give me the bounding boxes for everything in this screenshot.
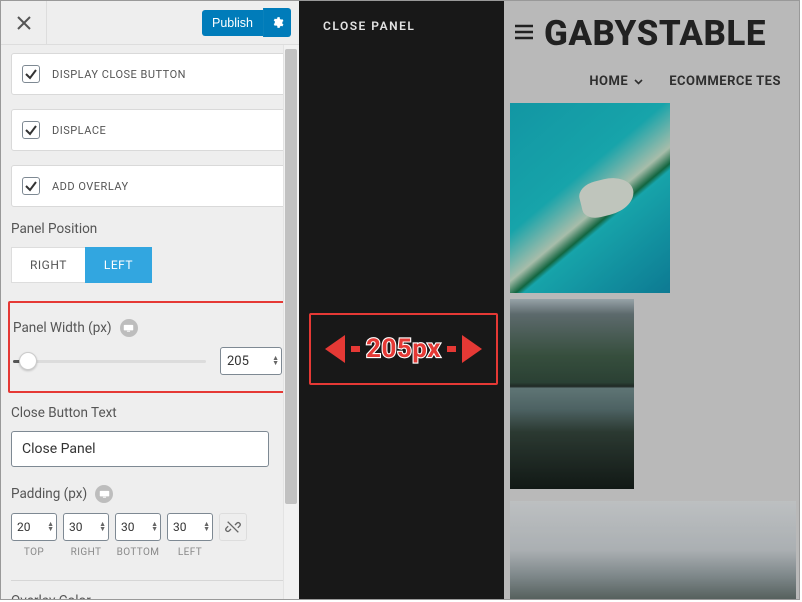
close-button-text-label: Close Button Text bbox=[11, 405, 289, 421]
close-button-text-input[interactable]: Close Panel bbox=[11, 431, 269, 467]
gallery-image[interactable] bbox=[510, 103, 670, 293]
panel-width-input[interactable]: 205 ▲▼ bbox=[220, 347, 282, 375]
padding-label: Padding (px) bbox=[11, 485, 289, 503]
gear-icon bbox=[271, 16, 284, 29]
panel-width-highlight: Panel Width (px) 205 ▲▼ bbox=[8, 301, 292, 393]
padding-left-lbl: LEFT bbox=[178, 547, 202, 558]
site-preview: GABYSTABLE HOME ECOMMERCE TES bbox=[504, 1, 799, 599]
customizer-body: DISPLAY CLOSE BUTTON DISPLACE ADD OVERLA… bbox=[1, 45, 299, 599]
checkbox-checked-icon bbox=[22, 65, 40, 83]
panel-width-value: 205 bbox=[227, 354, 249, 369]
position-left-button[interactable]: LEFT bbox=[85, 247, 152, 283]
option-label: DISPLACE bbox=[52, 124, 106, 137]
width-indicator-label: 205px bbox=[366, 334, 441, 364]
padding-top-input[interactable]: 20▲▼ bbox=[11, 513, 57, 541]
nav-home[interactable]: HOME bbox=[589, 74, 643, 89]
slider-thumb[interactable] bbox=[19, 352, 37, 370]
close-icon bbox=[17, 16, 31, 30]
scrollbar-thumb[interactable] bbox=[285, 49, 297, 504]
spinner-icon[interactable]: ▲▼ bbox=[272, 356, 279, 366]
hamburger-icon bbox=[514, 24, 534, 40]
panel-width-label-text: Panel Width (px) bbox=[13, 320, 112, 336]
link-padding-toggle[interactable] bbox=[219, 513, 247, 541]
padding-left-input[interactable]: 30▲▼ bbox=[167, 513, 213, 541]
spinner-icon[interactable]: ▲▼ bbox=[151, 522, 158, 532]
padding-bottom-lbl: BOTTOM bbox=[117, 547, 160, 558]
padding-top-lbl: TOP bbox=[24, 547, 44, 558]
scrollbar[interactable] bbox=[283, 45, 299, 599]
option-label: ADD OVERLAY bbox=[52, 180, 129, 193]
checkbox-checked-icon bbox=[22, 177, 40, 195]
spinner-icon[interactable]: ▲▼ bbox=[203, 522, 210, 532]
unlink-icon bbox=[225, 519, 241, 535]
arrow-right-icon bbox=[462, 335, 482, 363]
publish-button[interactable]: Publish bbox=[202, 10, 263, 36]
padding-bottom-input[interactable]: 30▲▼ bbox=[115, 513, 161, 541]
preview-close-panel-text[interactable]: CLOSE PANEL bbox=[299, 1, 504, 33]
padding-label-text: Padding (px) bbox=[11, 486, 87, 502]
option-display-close-button[interactable]: DISPLAY CLOSE BUTTON bbox=[11, 53, 289, 95]
spinner-icon[interactable]: ▲▼ bbox=[47, 522, 54, 532]
close-customizer-button[interactable] bbox=[1, 1, 47, 44]
panel-position-label: Panel Position bbox=[11, 221, 289, 237]
overlay-color-label: Overlay Color bbox=[11, 593, 289, 599]
hamburger-menu-button[interactable] bbox=[514, 24, 534, 44]
customizer-header: Publish bbox=[1, 1, 299, 45]
nav-ecommerce[interactable]: ECOMMERCE TES bbox=[669, 74, 781, 89]
padding-right-lbl: RIGHT bbox=[71, 547, 102, 558]
panel-width-slider[interactable] bbox=[13, 360, 206, 363]
width-indicator-overlay: 205px bbox=[309, 313, 498, 385]
spinner-icon[interactable]: ▲▼ bbox=[99, 522, 106, 532]
site-brand: GABYSTABLE bbox=[544, 13, 766, 54]
gallery-image[interactable] bbox=[510, 299, 634, 489]
device-badge[interactable] bbox=[120, 319, 138, 337]
chevron-down-icon bbox=[634, 79, 643, 85]
gallery-image[interactable] bbox=[510, 501, 796, 599]
option-displace[interactable]: DISPLACE bbox=[11, 109, 289, 151]
desktop-icon bbox=[99, 490, 110, 498]
padding-right-input[interactable]: 30▲▼ bbox=[63, 513, 109, 541]
publish-settings-button[interactable] bbox=[263, 8, 291, 37]
preview-slide-panel: CLOSE PANEL 205px bbox=[299, 1, 504, 599]
device-badge[interactable] bbox=[95, 485, 113, 503]
dash-icon bbox=[447, 346, 456, 352]
gallery bbox=[504, 103, 799, 599]
desktop-icon bbox=[123, 324, 134, 332]
checkbox-checked-icon bbox=[22, 121, 40, 139]
arrow-left-icon bbox=[325, 335, 345, 363]
position-right-button[interactable]: RIGHT bbox=[11, 247, 85, 283]
option-label: DISPLAY CLOSE BUTTON bbox=[52, 68, 186, 81]
option-add-overlay[interactable]: ADD OVERLAY bbox=[11, 165, 289, 207]
customizer-sidebar: Publish DISPLAY CLOSE BUTTON DISPLACE bbox=[1, 1, 299, 599]
panel-width-label: Panel Width (px) bbox=[13, 319, 282, 337]
dash-icon bbox=[351, 346, 360, 352]
